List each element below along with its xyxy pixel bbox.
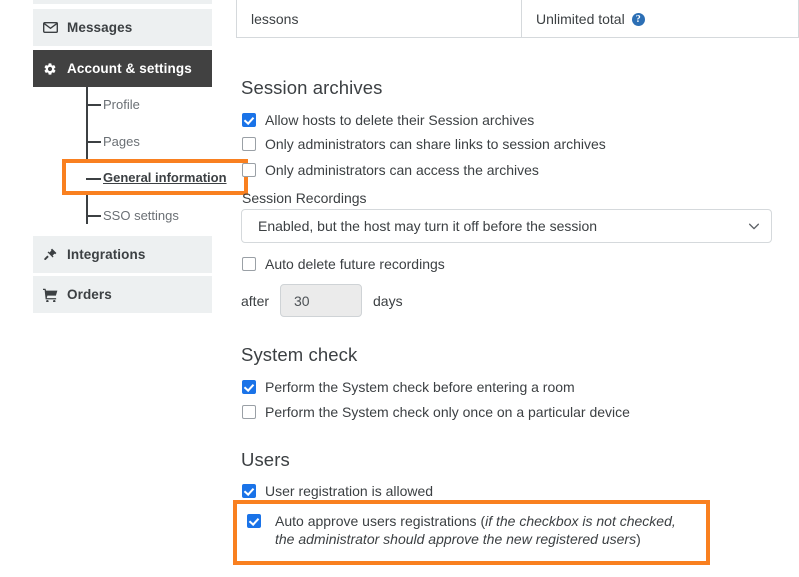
tree-stub-profile: [86, 104, 101, 106]
checkbox-row-auto-delete-recordings[interactable]: Auto delete future recordings: [242, 255, 445, 273]
auto-delete-period-row: after 30 days: [241, 284, 403, 317]
checkbox-syscheck-once-device[interactable]: [242, 405, 256, 419]
checkbox-admin-share-links[interactable]: [242, 137, 256, 151]
sidebar: Messages Account & settings Profile Page…: [33, 0, 248, 577]
checkbox-label: Only administrators can access the archi…: [265, 162, 539, 178]
auto-approve-prefix: Auto approve users registrations (: [275, 513, 486, 529]
section-title-system-check: System check: [241, 344, 358, 365]
session-recordings-select[interactable]: Enabled, but the host may turn it off be…: [241, 209, 772, 243]
checkbox-label: Perform the System check before entering…: [265, 379, 575, 395]
plug-icon: [33, 247, 67, 262]
sidebar-subitem-general-information-overlay[interactable]: General information: [103, 170, 227, 185]
tree-stub-general-overlay: [86, 178, 101, 180]
checkbox-row-user-registration-allowed[interactable]: User registration is allowed: [242, 482, 433, 500]
days-input[interactable]: 30: [280, 284, 363, 317]
envelope-icon: [33, 22, 67, 33]
section-title-session-archives: Session archives: [241, 77, 383, 98]
days-label: days: [373, 292, 403, 309]
sidebar-item-label: Messages: [67, 20, 133, 35]
sidebar-item-label: Integrations: [67, 247, 146, 262]
tree-stub-pages: [86, 141, 101, 143]
table-cell-limit-text: Unlimited total: [536, 11, 625, 27]
sidebar-subitem-profile[interactable]: Profile: [103, 97, 140, 112]
after-label: after: [241, 292, 270, 309]
tree-stub-sso: [86, 215, 101, 217]
help-icon[interactable]: ?: [631, 12, 645, 26]
checkbox-row-allow-hosts-delete[interactable]: Allow hosts to delete their Session arch…: [242, 111, 534, 129]
checkbox-label: Only administrators can share links to s…: [265, 136, 606, 152]
cart-icon: [33, 288, 67, 302]
sidebar-subitem-sso-settings[interactable]: SSO settings: [103, 208, 179, 223]
sidebar-item-orders[interactable]: Orders: [33, 276, 212, 313]
highlight-box-auto-approve: Auto approve users registrations (if the…: [233, 500, 710, 565]
checkbox-label: Allow hosts to delete their Session arch…: [265, 112, 535, 128]
checkbox-label: Auto approve users registrations (if the…: [275, 512, 697, 548]
checkbox-row-admin-access-archives[interactable]: Only administrators can access the archi…: [242, 161, 539, 179]
sidebar-item-integrations[interactable]: Integrations: [33, 236, 212, 273]
section-title-users: Users: [241, 449, 290, 470]
checkbox-row-syscheck-once-device[interactable]: Perform the System check only once on a …: [242, 403, 630, 421]
checkbox-admin-access-archives[interactable]: [242, 163, 256, 177]
plan-limits-table: lessons Unlimited total ?: [236, 0, 799, 38]
tree-connector-line: [86, 87, 88, 224]
session-recordings-label: Session Recordings: [242, 190, 367, 206]
sidebar-subitem-pages[interactable]: Pages: [103, 134, 140, 149]
main-content: lessons Unlimited total ? Session archiv…: [233, 0, 799, 577]
chevron-down-icon: [747, 219, 761, 233]
auto-approve-suffix: ): [636, 531, 641, 547]
sidebar-item-partial[interactable]: [33, 0, 212, 4]
sidebar-item-account-settings[interactable]: Account & settings: [33, 50, 212, 87]
gear-icon: [33, 62, 67, 76]
table-cell-feature: lessons: [237, 0, 522, 37]
checkbox-label: User registration is allowed: [265, 483, 434, 499]
checkbox-user-registration-allowed[interactable]: [242, 484, 256, 498]
checkbox-auto-delete-recordings[interactable]: [242, 257, 256, 271]
sidebar-item-messages[interactable]: Messages: [33, 9, 212, 46]
session-recordings-select-value: Enabled, but the host may turn it off be…: [258, 218, 598, 234]
checkbox-row-admin-share-links[interactable]: Only administrators can share links to s…: [242, 135, 606, 153]
checkbox-row-auto-approve-registrations[interactable]: Auto approve users registrations (if the…: [247, 512, 697, 548]
checkbox-label: Auto delete future recordings: [265, 256, 445, 272]
checkbox-allow-hosts-delete[interactable]: [242, 113, 256, 127]
table-cell-limit: Unlimited total ?: [522, 0, 798, 37]
checkbox-row-syscheck-before-room[interactable]: Perform the System check before entering…: [242, 378, 575, 396]
checkbox-label: Perform the System check only once on a …: [265, 404, 630, 420]
sidebar-item-label: Orders: [67, 287, 112, 302]
checkbox-syscheck-before-room[interactable]: [242, 380, 256, 394]
sidebar-item-label: Account & settings: [67, 61, 192, 76]
checkbox-auto-approve-registrations[interactable]: [247, 514, 261, 528]
